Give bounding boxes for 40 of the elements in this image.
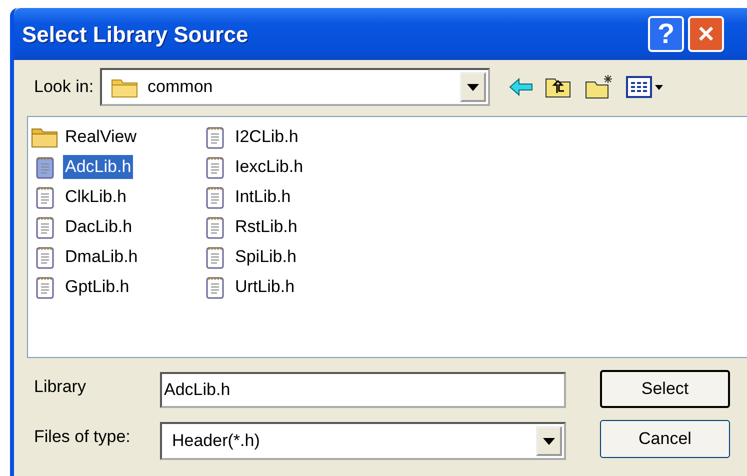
file-item[interactable]: DacLib.h — [63, 215, 134, 239]
file-item[interactable]: IntLib.h — [233, 185, 293, 209]
file-item[interactable]: I2CLib.h — [233, 125, 300, 149]
library-field[interactable]: AdcLib.h — [160, 372, 566, 408]
header-file-icon — [205, 215, 225, 239]
dialog-button[interactable]: Select — [600, 370, 730, 408]
window-title: Select Library Source — [22, 20, 250, 49]
header-file-icon — [35, 275, 55, 299]
file-item[interactable]: RstLib.h — [233, 215, 300, 239]
file-item[interactable]: RealView — [63, 125, 139, 149]
file-item[interactable]: ClkLib.h — [63, 185, 128, 209]
files-of-type-dropdown[interactable]: Header(*.h) — [160, 422, 566, 460]
file-item[interactable]: GptLib.h — [63, 275, 132, 299]
header-file-icon — [35, 215, 55, 239]
file-item[interactable]: UrtLib.h — [233, 275, 297, 299]
dialog-button[interactable]: Cancel — [600, 420, 730, 458]
look-in-dropdown[interactable]: common — [100, 68, 490, 106]
folder-icon — [31, 126, 59, 148]
header-file-icon — [205, 155, 225, 179]
header-file-icon — [205, 185, 225, 209]
close-button[interactable]: × — [688, 16, 724, 52]
library-label: Library — [34, 376, 87, 398]
dropdown-arrow-icon — [466, 84, 479, 90]
header-file-icon — [205, 275, 225, 299]
file-item[interactable]: AdcLib.h — [63, 155, 134, 179]
new-folder-icon[interactable] — [584, 74, 614, 100]
dropdown-arrow-icon — [543, 438, 555, 444]
header-file-icon — [205, 125, 225, 149]
look-in-label: Look in: — [34, 76, 94, 98]
header-file-icon — [35, 245, 55, 269]
file-item[interactable]: SpiLib.h — [233, 245, 298, 269]
help-button[interactable]: ? — [648, 16, 684, 52]
header-file-icon — [35, 185, 55, 209]
file-item[interactable]: IexcLib.h — [233, 155, 306, 179]
header-file-icon — [205, 245, 225, 269]
back-arrow-icon[interactable] — [508, 77, 534, 97]
view-menu-icon[interactable] — [626, 75, 666, 99]
header-file-icon — [35, 155, 55, 179]
file-item[interactable]: DmaLib.h — [63, 245, 140, 269]
files-of-type-label: Files of type: — [34, 426, 132, 448]
